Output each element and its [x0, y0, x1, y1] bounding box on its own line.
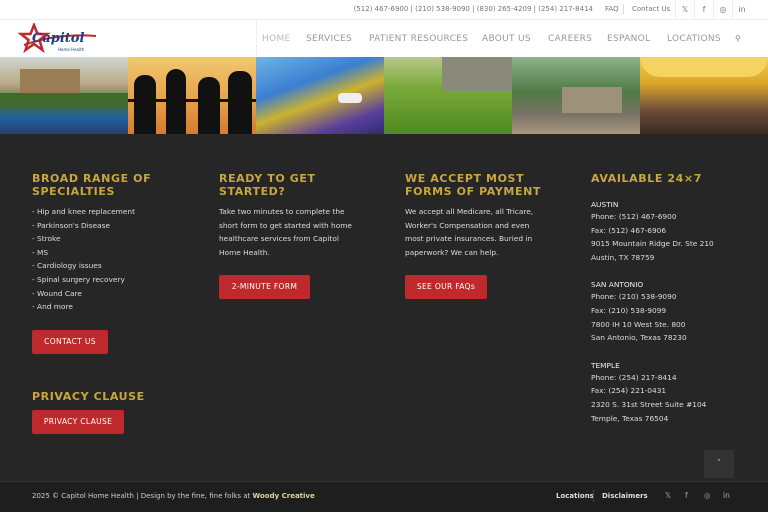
nav-services[interactable]: SERVICES — [306, 20, 352, 60]
text-line: Worker's Compensation and even — [405, 220, 530, 230]
facebook-icon[interactable]: f — [694, 0, 713, 20]
location-address: 7800 IH 10 West Ste. 800 — [591, 319, 686, 329]
location-fax: Fax: (512) 467-6906 — [591, 225, 667, 235]
location-name: AUSTIN — [591, 200, 619, 209]
nav-espanol[interactable]: ESPANOL — [607, 20, 650, 60]
divider — [593, 490, 594, 502]
list-item: - MS — [32, 247, 49, 257]
get-started-text: Take two minutes to complete the short f… — [219, 205, 389, 259]
text-line: Home Health. — [219, 247, 270, 257]
list-item: - Cardiology issues — [32, 261, 102, 271]
photo-lawn — [384, 57, 512, 134]
nav-careers[interactable]: CAREERS — [548, 20, 592, 60]
available-heading: AVAILABLE 24×7 — [591, 172, 702, 185]
location-fax: Fax: (254) 221-0431 — [591, 386, 667, 396]
list-item: - And more — [32, 302, 73, 312]
location-temple: TEMPLE Phone: (254) 217-8414 Fax: (254) … — [591, 360, 761, 425]
payment-text: We accept all Medicare, all Tricare, Wor… — [405, 205, 580, 259]
privacy-clause-button[interactable]: PRIVACY CLAUSE — [32, 410, 124, 434]
nav-about-us[interactable]: ABOUT US — [482, 20, 531, 60]
capitol-home-health-logo[interactable]: Capitol Home Health — [18, 23, 98, 55]
payment-heading-line-2: FORMS OF PAYMENT — [405, 185, 541, 198]
photo-bridge — [256, 57, 384, 134]
two-minute-form-button[interactable]: 2-MINUTE FORM — [219, 275, 310, 299]
payment-column: WE ACCEPT MOST FORMS OF PAYMENT We accep… — [405, 172, 580, 259]
phone-numbers: (512) 467-6900 | (210) 538-9090 | (830) … — [353, 5, 593, 13]
photo-strip — [0, 57, 768, 134]
text-line: short form to get started with home — [219, 220, 352, 230]
list-item: - Stroke — [32, 234, 61, 244]
photo-silhouettes — [128, 57, 256, 134]
text-line: Take two minutes to complete the — [219, 207, 345, 216]
logo-wordmark: Capitol — [32, 31, 85, 46]
location-address: 2320 S. 31st Street Suite #104 — [591, 399, 707, 409]
location-phone: Phone: (254) 217-8414 — [591, 372, 677, 382]
location-austin: AUSTIN Phone: (512) 467-6900 Fax: (512) … — [591, 199, 761, 264]
divider — [623, 4, 624, 14]
search-icon[interactable]: ⚲ — [735, 20, 741, 60]
payment-heading-line-1: WE ACCEPT MOST — [405, 172, 525, 185]
nav-locations[interactable]: LOCATIONS — [667, 20, 721, 60]
specialties-heading-line-2: SPECIALTIES — [32, 185, 115, 198]
list-item: - Hip and knee replacement — [32, 207, 135, 216]
location-name: TEMPLE — [591, 360, 620, 370]
locations-column: AVAILABLE 24×7 AUSTIN Phone: (512) 467-6… — [591, 172, 761, 425]
specialties-heading-line-1: BROAD RANGE OF — [32, 172, 152, 185]
text-line: paperwork? We can help. — [405, 247, 499, 257]
nav-divider — [256, 20, 257, 60]
location-address: 9015 Mountain Ridge Dr. Ste 210 — [591, 239, 714, 249]
linkedin-icon[interactable]: in — [732, 0, 751, 20]
list-item: - Wound Care — [32, 288, 82, 298]
list-item: - Parkinson's Disease — [32, 220, 111, 230]
location-san-antonio: SAN ANTONIO Phone: (210) 538-9090 Fax: (… — [591, 279, 761, 344]
location-fax: Fax: (210) 538-9099 — [591, 305, 667, 315]
contact-us-link[interactable]: Contact Us — [632, 5, 670, 13]
copyright-notice: 2025 © Capitol Home Health | Design by t… — [32, 492, 253, 500]
facebook-icon[interactable]: f — [685, 491, 688, 500]
linkedin-icon[interactable]: in — [723, 491, 730, 500]
top-utility-bar: (512) 467-6900 | (210) 538-9090 | (830) … — [0, 0, 768, 20]
contact-us-button[interactable]: CONTACT US — [32, 330, 108, 354]
footer-link-locations[interactable]: Locations — [556, 492, 594, 500]
location-city: San Antonio, Texas 78230 — [591, 333, 687, 343]
get-started-column: READY TO GET STARTED? Take two minutes t… — [219, 172, 389, 259]
text-line: healthcare services from Capitol — [219, 234, 339, 244]
nav-patient-resources[interactable]: PATIENT RESOURCES — [369, 20, 468, 60]
location-city: Temple, Texas 76504 — [591, 413, 669, 423]
designer-credit-link[interactable]: Woody Creative — [253, 492, 315, 500]
get-started-heading-line-1: READY TO GET — [219, 172, 316, 185]
logo-subtitle: Home Health — [58, 47, 85, 52]
get-started-heading-line-2: STARTED? — [219, 185, 286, 198]
instagram-icon[interactable]: ◎ — [713, 0, 732, 20]
twitter-icon[interactable]: 𝕏 — [675, 0, 694, 20]
faq-link[interactable]: FAQ — [605, 5, 619, 13]
location-name: SAN ANTONIO — [591, 280, 644, 290]
photo-garden — [512, 57, 640, 134]
nav-home[interactable]: HOME — [262, 20, 291, 60]
see-our-faqs-button[interactable]: SEE OUR FAQs — [405, 275, 487, 299]
photo-mural — [0, 57, 128, 134]
location-phone: Phone: (512) 467-6900 — [591, 212, 677, 221]
footer-bottom-bar: 2025 © Capitol Home Health | Design by t… — [0, 481, 768, 512]
copyright-text: 2025 © Capitol Home Health | Design by t… — [32, 492, 315, 500]
twitter-icon[interactable]: 𝕏 — [665, 491, 671, 500]
list-item: - Spinal surgery recovery — [32, 274, 125, 284]
footer-link-disclaimers[interactable]: Disclaimers — [602, 492, 648, 500]
location-city: Austin, TX 78759 — [591, 252, 655, 262]
location-phone: Phone: (210) 538-9090 — [591, 292, 677, 302]
main-header: Capitol Home Health HOME SERVICES PATIEN… — [0, 20, 768, 60]
photo-cafe — [640, 57, 768, 134]
text-line: We accept all Medicare, all Tricare, — [405, 207, 534, 216]
specialties-column: BROAD RANGE OF SPECIALTIES - Hip and kne… — [32, 172, 202, 314]
instagram-icon[interactable]: ◎ — [704, 491, 711, 500]
scroll-to-top-button[interactable]: ˄ — [704, 450, 734, 478]
text-line: most private insurances. Buried in — [405, 234, 533, 244]
privacy-clause-heading: PRIVACY CLAUSE — [32, 390, 145, 403]
specialties-list: - Hip and knee replacement - Parkinson's… — [32, 205, 202, 314]
